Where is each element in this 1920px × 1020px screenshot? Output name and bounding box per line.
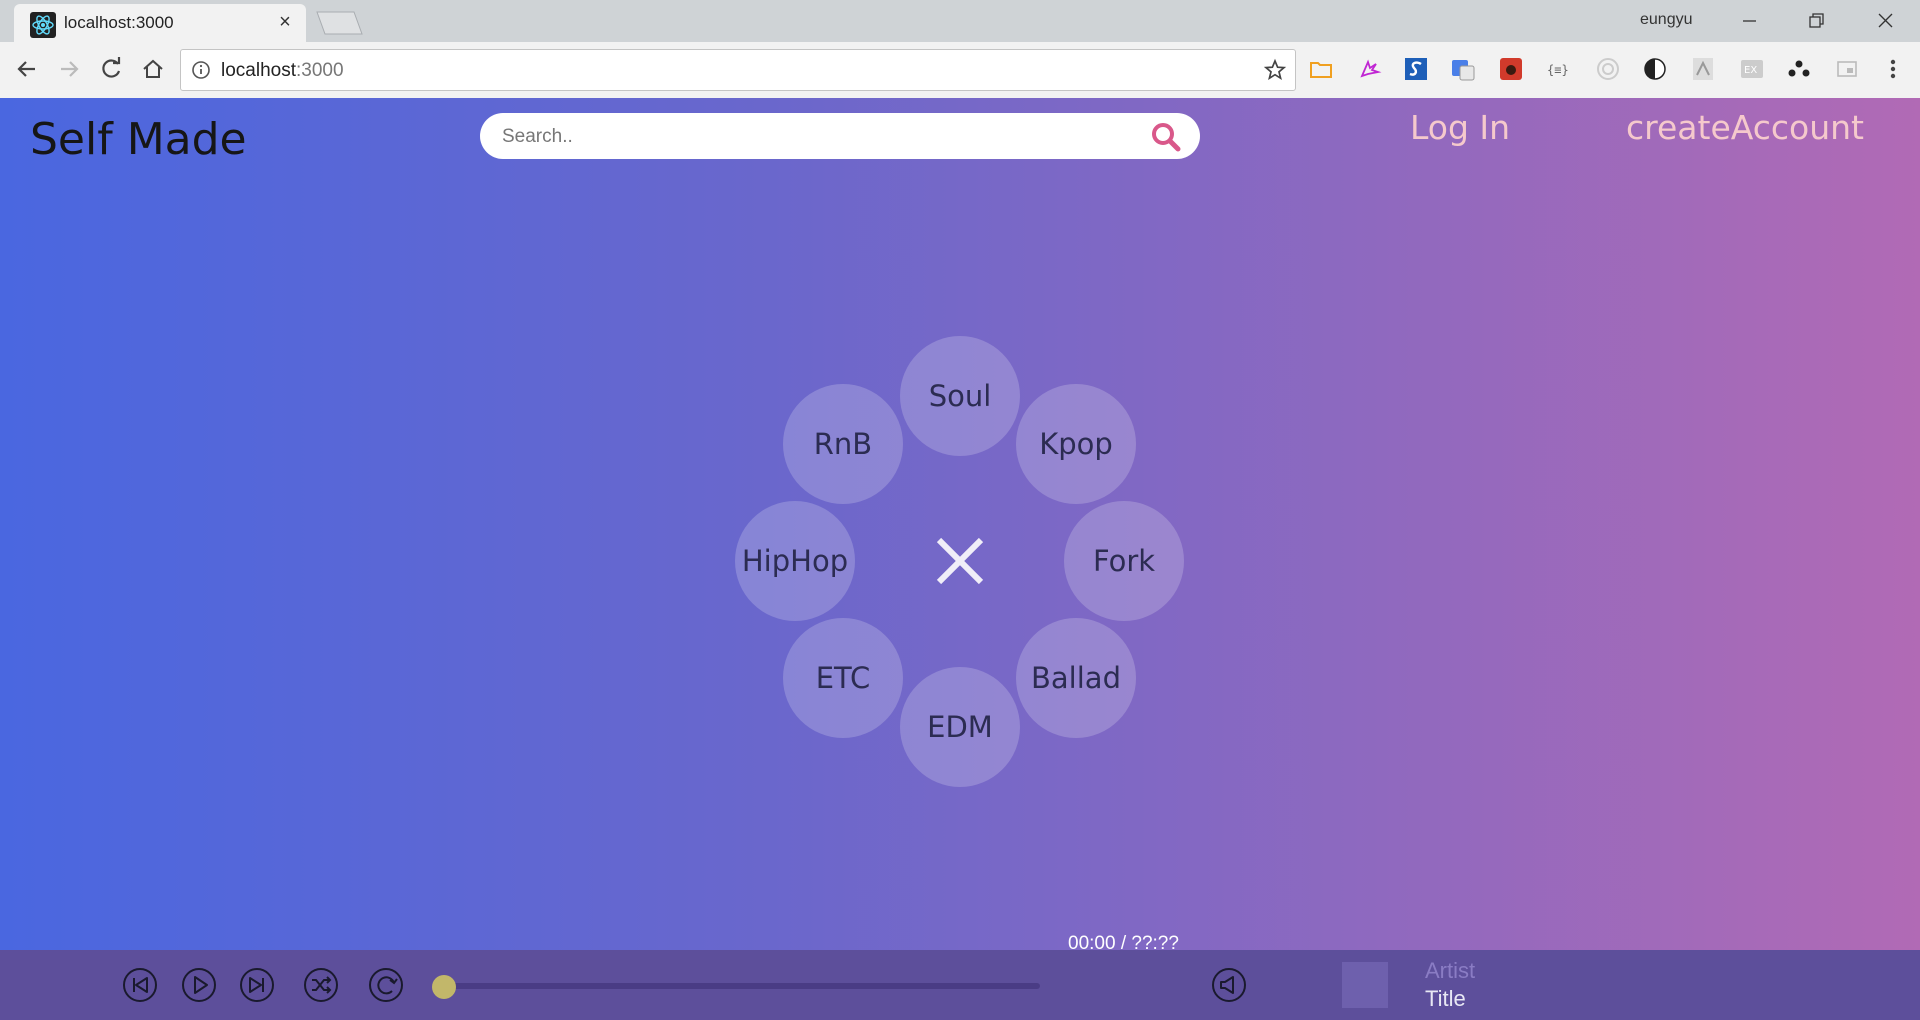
login-link[interactable]: Log In [1410,108,1510,147]
folder-extension-icon[interactable] [1308,56,1334,82]
close-icon[interactable] [935,536,985,586]
svg-text:EX: EX [1744,65,1757,76]
progress-bar[interactable] [444,983,1040,989]
music-player-bar: Artist Title [0,950,1920,1020]
play-icon[interactable] [180,966,218,1004]
url-port: :3000 [296,60,344,81]
back-icon[interactable] [12,54,42,84]
restore-icon[interactable] [1793,4,1839,38]
browser-tabstrip: localhost:3000 × eungyu [0,0,1920,42]
page-content: Self Made Log In createAccount Soul Kpop… [0,98,1920,1020]
search-icon[interactable] [1150,121,1182,153]
site-logo[interactable]: Self Made [30,114,247,165]
browser-menu-icon[interactable] [1880,56,1906,82]
next-track-icon[interactable] [238,966,276,1004]
close-window-icon[interactable] [1862,4,1908,38]
search-input[interactable] [500,121,1124,153]
react-icon [30,12,56,38]
info-icon[interactable] [191,60,211,80]
url-host: localhost [221,60,296,81]
genre-fork-button[interactable]: Fork [1064,501,1184,621]
track-title: Title [1425,986,1466,1011]
pdf-extension-icon[interactable] [1690,56,1716,82]
window-extension-icon[interactable] [1834,56,1860,82]
progress-knob[interactable] [432,975,456,999]
bug-extension-icon[interactable] [1498,56,1524,82]
browser-toolbar: localhost:3000 {≡} EX [0,42,1920,99]
genre-edm-button[interactable]: EDM [900,667,1020,787]
ex-extension-icon[interactable]: EX [1739,56,1765,82]
puzzle-extension-icon[interactable] [1356,56,1382,82]
bookmark-star-icon[interactable] [1263,58,1287,82]
genre-kpop-button[interactable]: Kpop [1016,384,1136,504]
tab-title: localhost:3000 [64,13,174,32]
genre-rnb-button[interactable]: RnB [783,384,903,504]
json-extension-icon[interactable]: {≡} [1546,56,1572,82]
genre-etc-button[interactable]: ETC [783,618,903,738]
url-text: localhost:3000 [221,60,344,82]
volume-icon[interactable] [1210,966,1248,1004]
search-bar [480,113,1200,159]
s-extension-icon[interactable] [1403,56,1429,82]
home-icon[interactable] [138,54,168,84]
browser-tab[interactable]: localhost:3000 × [14,4,306,42]
previous-track-icon[interactable] [121,966,159,1004]
genre-soul-button[interactable]: Soul [900,336,1020,456]
shuffle-icon[interactable] [302,966,340,1004]
album-art [1342,962,1388,1008]
repeat-icon[interactable] [367,966,405,1004]
minimize-icon[interactable] [1726,4,1772,38]
new-tab-button[interactable] [314,10,364,36]
translate-extension-icon[interactable] [1450,56,1476,82]
address-bar[interactable]: localhost:3000 [180,49,1296,91]
tab-close-icon[interactable]: × [274,11,296,33]
genre-hiphop-button[interactable]: HipHop [735,501,855,621]
profile-name[interactable]: eungyu [1640,11,1693,29]
genre-ballad-button[interactable]: Ballad [1016,618,1136,738]
track-artist: Artist [1425,958,1476,983]
svg-text:{≡}: {≡} [1547,63,1569,77]
people-extension-icon[interactable] [1786,56,1812,82]
reload-icon[interactable] [96,54,126,84]
create-account-link[interactable]: createAccount [1626,108,1864,147]
target-extension-icon[interactable] [1595,56,1621,82]
forward-icon[interactable] [54,54,84,84]
contrast-extension-icon[interactable] [1642,56,1668,82]
